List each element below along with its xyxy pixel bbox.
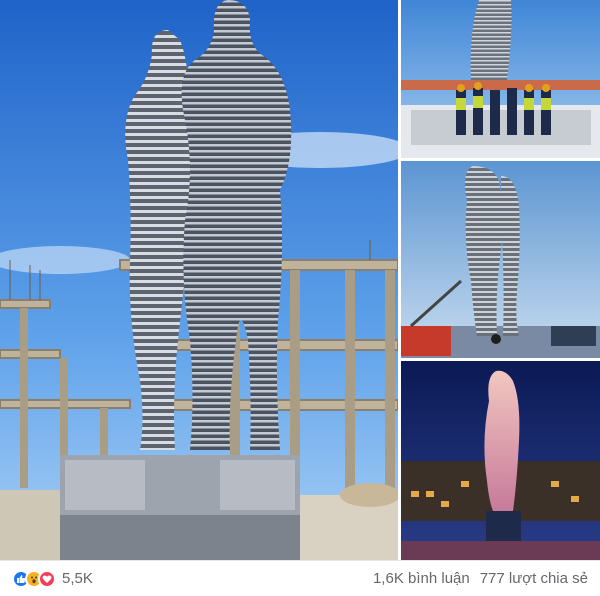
shares-count-link[interactable]: 777 lượt chia sẻ [480, 570, 588, 587]
photo-statue-crew[interactable] [401, 0, 600, 158]
photo-statue-crane[interactable] [401, 161, 600, 358]
photo-statue-main[interactable] [0, 0, 398, 560]
post-stats: 1,6K bình luận 777 lượt chia sẻ [373, 570, 588, 587]
post-footer: 5,5K 1,6K bình luận 777 lượt chia sẻ [0, 560, 600, 596]
comments-count-link[interactable]: 1,6K bình luận [373, 570, 470, 587]
reaction-summary[interactable]: 5,5K [12, 569, 93, 588]
love-icon [38, 569, 56, 588]
photo-statue-night[interactable] [401, 361, 600, 560]
photo-grid [0, 0, 600, 560]
reaction-count: 5,5K [62, 570, 93, 587]
